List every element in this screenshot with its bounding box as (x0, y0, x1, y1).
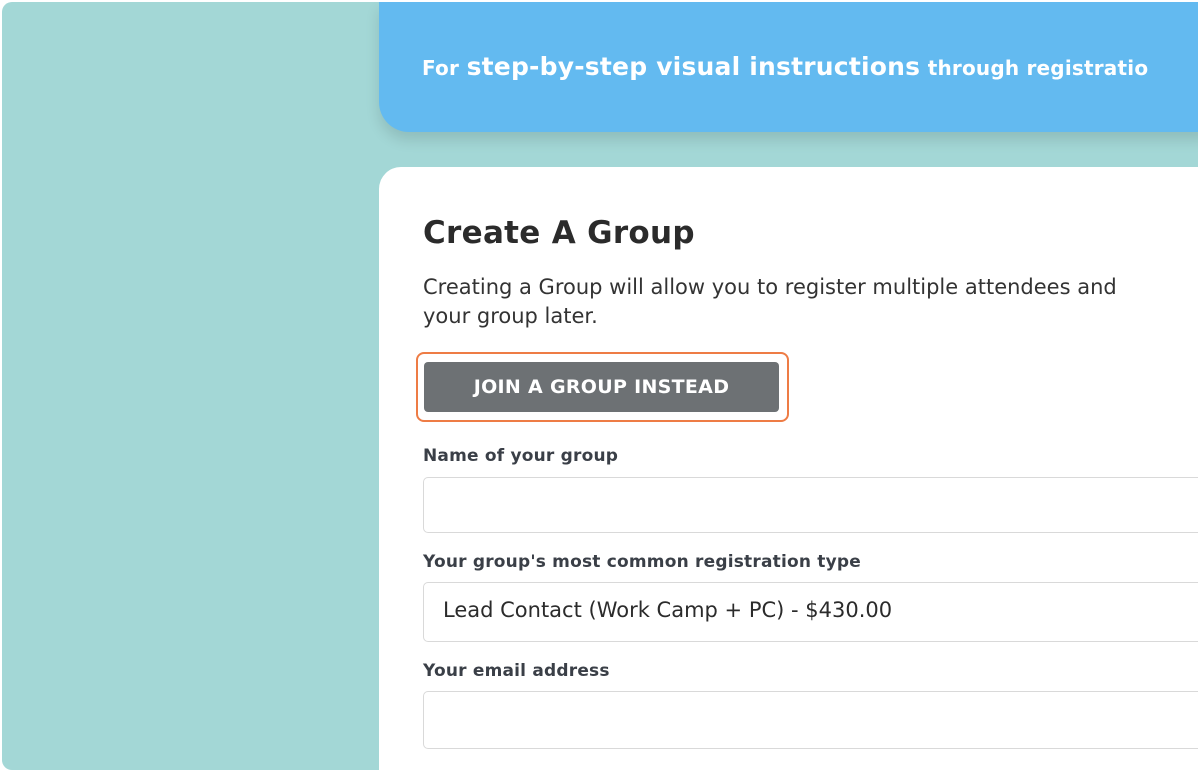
join-group-button[interactable]: JOIN A GROUP INSTEAD (424, 362, 779, 412)
form-description: Creating a Group will allow you to regis… (423, 273, 1198, 331)
banner-text: For step-by-step visual instructions thr… (422, 52, 1148, 81)
description-line-1: Creating a Group will allow you to regis… (423, 275, 1117, 299)
page-frame: For step-by-step visual instructions thr… (2, 2, 1198, 770)
description-line-2: your group later. (423, 304, 598, 328)
banner-suffix: through registratio (927, 56, 1149, 80)
banner-link-text[interactable]: step-by-step visual instructions (467, 52, 921, 81)
banner-prefix: For (422, 56, 460, 80)
email-input[interactable] (423, 691, 1198, 749)
email-label: Your email address (423, 661, 610, 681)
registration-type-label: Your group's most common registration ty… (423, 552, 861, 572)
page-title: Create A Group (423, 215, 695, 251)
group-name-label: Name of your group (423, 446, 619, 466)
create-group-card: Create A Group Creating a Group will all… (379, 167, 1198, 770)
group-name-input[interactable] (423, 477, 1198, 533)
registration-type-select[interactable]: Lead Contact (Work Camp + PC) - $430.00 (423, 582, 1198, 642)
registration-type-value: Lead Contact (Work Camp + PC) - $430.00 (443, 598, 893, 622)
instructions-banner: For step-by-step visual instructions thr… (379, 2, 1198, 132)
